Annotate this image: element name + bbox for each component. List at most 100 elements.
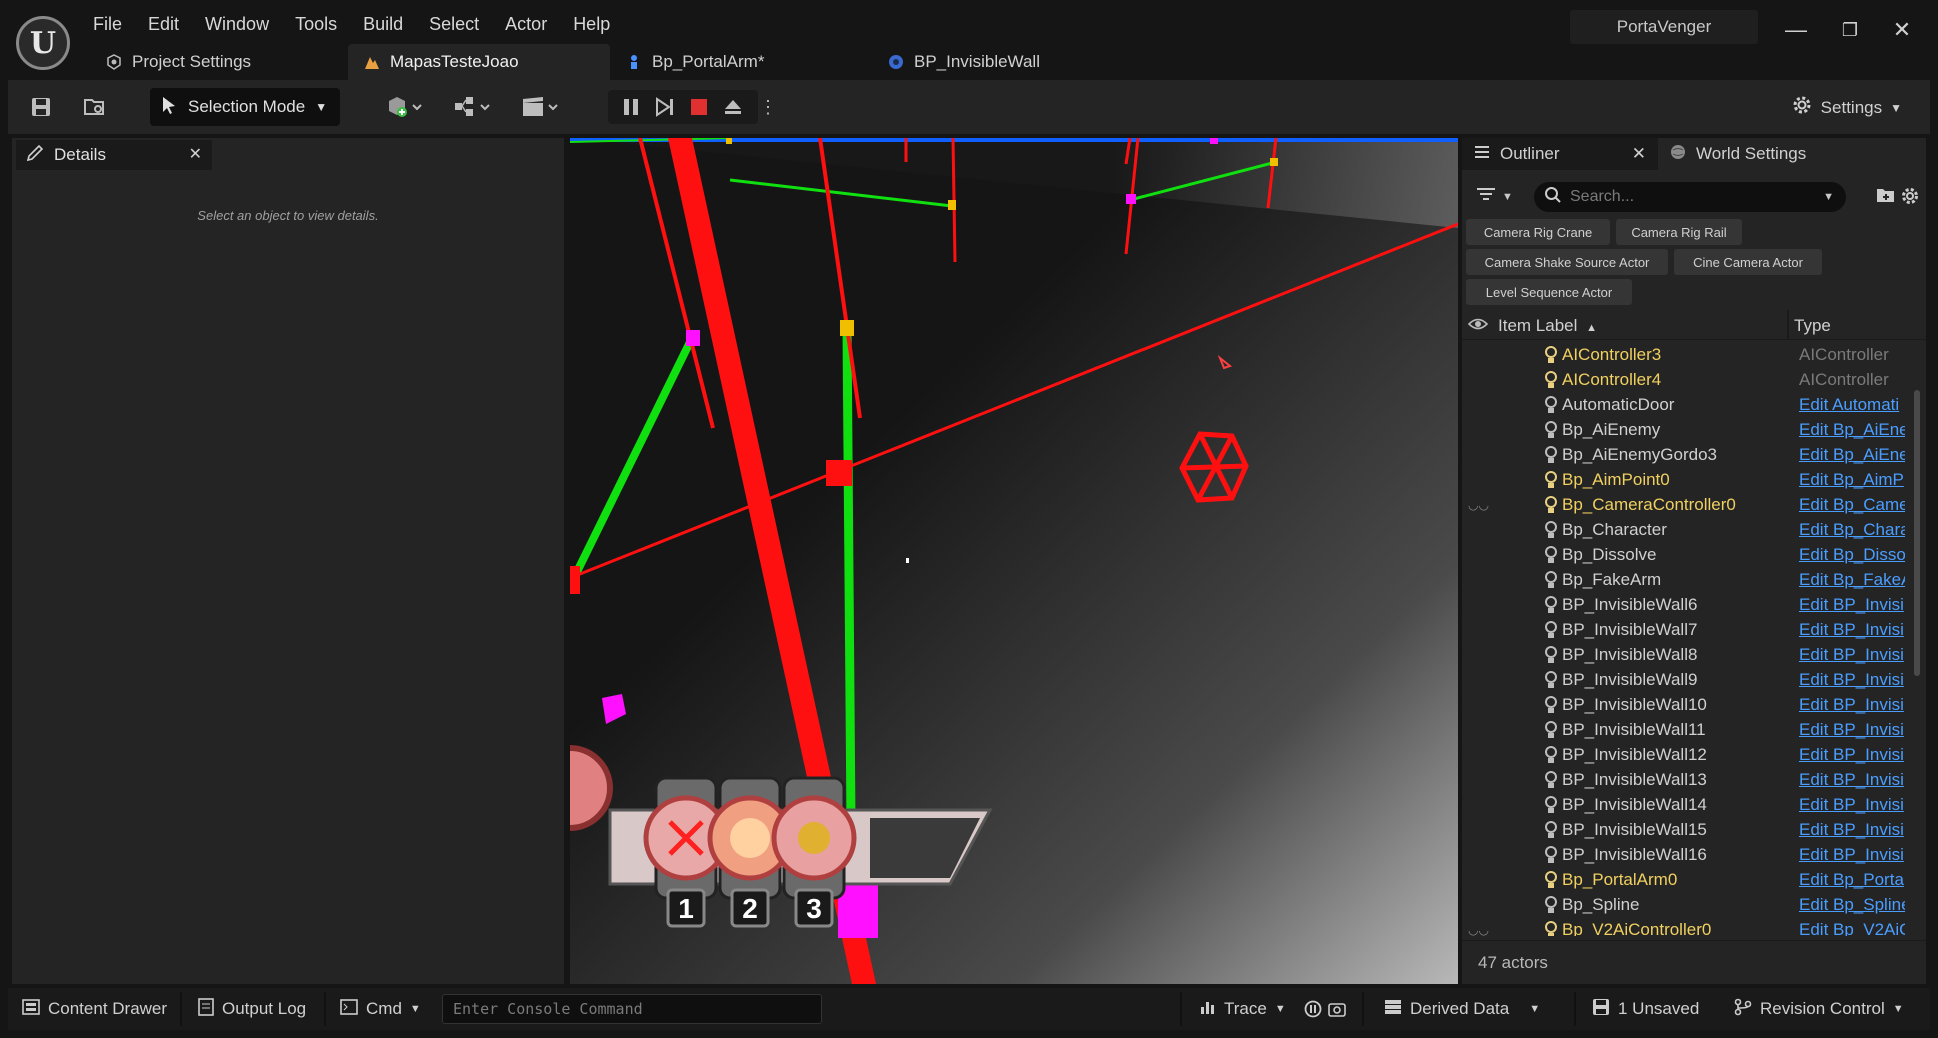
level-viewport[interactable]: 1 2 3 bbox=[570, 138, 1458, 984]
menu-build[interactable]: Build bbox=[350, 10, 416, 38]
stop-icon[interactable] bbox=[686, 94, 712, 120]
outliner-row[interactable]: BP_InvisibleWall14 Edit BP_Invisi bbox=[1462, 792, 1926, 817]
unsaved-button[interactable]: 1 Unsaved bbox=[1592, 988, 1699, 1030]
outliner-row[interactable]: Bp_AimPoint0 Edit Bp_AimP bbox=[1462, 467, 1926, 492]
menu-actor[interactable]: Actor bbox=[492, 10, 560, 38]
edit-blueprint-link[interactable]: Edit BP_Invisi bbox=[1799, 645, 1905, 665]
visibility-eye-icon[interactable]: ◡◡ bbox=[1468, 498, 1489, 512]
menu-tools[interactable]: Tools bbox=[282, 10, 350, 38]
close-icon[interactable]: ✕ bbox=[1882, 14, 1922, 46]
edit-blueprint-link[interactable]: Edit Bp_V2AiC bbox=[1799, 920, 1905, 937]
trace-dropdown[interactable]: Trace ▼ bbox=[1200, 988, 1286, 1030]
gear-icon[interactable] bbox=[1900, 186, 1920, 211]
outliner-row[interactable]: BP_InvisibleWall8 Edit BP_Invisi bbox=[1462, 642, 1926, 667]
outliner-row[interactable]: Bp_AiEnemyGordo3 Edit Bp_AiEne bbox=[1462, 442, 1926, 467]
restore-icon[interactable]: ❐ bbox=[1830, 14, 1870, 46]
derived-data-dropdown[interactable]: Derived Data ▼ bbox=[1384, 988, 1540, 1030]
edit-blueprint-link[interactable]: Edit BP_Invisi bbox=[1799, 820, 1905, 840]
edit-blueprint-link[interactable]: Edit Bp_AimP bbox=[1799, 470, 1905, 490]
console-command-input[interactable] bbox=[442, 994, 822, 1024]
menu-edit[interactable]: Edit bbox=[135, 10, 192, 38]
outliner-row[interactable]: ◡◡ Bp_CameraController0 Edit Bp_Came bbox=[1462, 492, 1926, 517]
selection-mode-dropdown[interactable]: Selection Mode ▼ bbox=[150, 88, 340, 126]
outliner-row[interactable]: AIController3 AIController bbox=[1462, 342, 1926, 367]
tab-project-settings[interactable]: Project Settings bbox=[90, 44, 348, 80]
filter-chip-camera-shake[interactable]: Camera Shake Source Actor bbox=[1466, 249, 1668, 275]
tab-outliner[interactable]: Outliner ✕ bbox=[1462, 138, 1658, 170]
outliner-row[interactable]: Bp_Spline Edit Bp_Spline bbox=[1462, 892, 1926, 917]
pause-icon[interactable] bbox=[618, 94, 644, 120]
outliner-row[interactable]: Bp_FakeArm Edit Bp_FakeA bbox=[1462, 567, 1926, 592]
filter-chip-level-sequence[interactable]: Level Sequence Actor bbox=[1466, 279, 1632, 305]
outliner-row[interactable]: Bp_AiEnemy Edit Bp_AiEne bbox=[1462, 417, 1926, 442]
outliner-row[interactable]: BP_InvisibleWall11 Edit BP_Invisi bbox=[1462, 717, 1926, 742]
outliner-row[interactable]: Bp_PortalArm0 Edit Bp_Porta bbox=[1462, 867, 1926, 892]
revision-control-dropdown[interactable]: Revision Control ▼ bbox=[1734, 988, 1904, 1030]
search-input[interactable] bbox=[1570, 188, 1800, 206]
trace-record-icon[interactable] bbox=[1304, 988, 1322, 1030]
tab-world-settings[interactable]: World Settings bbox=[1658, 138, 1818, 170]
menu-file[interactable]: File bbox=[80, 10, 135, 38]
edit-blueprint-link[interactable]: Edit BP_Invisi bbox=[1799, 745, 1905, 765]
screenshot-camera-icon[interactable] bbox=[1328, 988, 1346, 1030]
edit-blueprint-link[interactable]: Edit BP_Invisi bbox=[1799, 620, 1905, 640]
tab-bp-portalarm[interactable]: Bp_PortalArm* bbox=[610, 44, 872, 80]
menu-help[interactable]: Help bbox=[560, 10, 623, 38]
edit-blueprint-link[interactable]: Edit Bp_Chara bbox=[1799, 520, 1905, 540]
tab-level-map[interactable]: MapasTesteJoao bbox=[348, 44, 610, 80]
outliner-row[interactable]: BP_InvisibleWall13 Edit BP_Invisi bbox=[1462, 767, 1926, 792]
close-icon[interactable]: ✕ bbox=[189, 144, 202, 164]
close-icon[interactable]: ✕ bbox=[1632, 144, 1646, 164]
step-frame-icon[interactable] bbox=[652, 94, 678, 120]
edit-blueprint-link[interactable]: Edit Bp_AiEne bbox=[1799, 420, 1905, 440]
filter-chip-camera-rig-crane[interactable]: Camera Rig Crane bbox=[1466, 219, 1610, 245]
edit-blueprint-link[interactable]: Edit Bp_Porta bbox=[1799, 870, 1905, 890]
unreal-logo-icon[interactable]: U bbox=[16, 16, 70, 70]
edit-blueprint-link[interactable]: Edit Bp_AiEne bbox=[1799, 445, 1905, 465]
edit-blueprint-link[interactable]: Edit Bp_FakeA bbox=[1799, 570, 1905, 590]
edit-blueprint-link[interactable]: Edit BP_Invisi bbox=[1799, 795, 1905, 815]
column-type[interactable]: Type bbox=[1794, 316, 1831, 336]
outliner-row[interactable]: ◡◡ Bp_V2AiController0 Edit Bp_V2AiC bbox=[1462, 917, 1926, 936]
edit-blueprint-link[interactable]: Edit BP_Invisi bbox=[1799, 695, 1905, 715]
settings-button[interactable]: Settings ▼ bbox=[1791, 94, 1902, 121]
column-divider[interactable] bbox=[1787, 310, 1789, 340]
edit-blueprint-link[interactable]: Edit Bp_Came bbox=[1799, 495, 1905, 515]
add-folder-icon[interactable] bbox=[1876, 186, 1896, 209]
blueprint-graph-icon[interactable] bbox=[448, 94, 498, 120]
save-icon[interactable] bbox=[28, 94, 54, 120]
edit-blueprint-link[interactable]: Edit BP_Invisi bbox=[1799, 670, 1905, 690]
outliner-row[interactable]: AIController4 AIController bbox=[1462, 367, 1926, 392]
edit-blueprint-link[interactable]: Edit BP_Invisi bbox=[1799, 720, 1905, 740]
edit-blueprint-link[interactable]: Edit BP_Invisi bbox=[1799, 770, 1905, 790]
outliner-row[interactable]: Bp_Character Edit Bp_Chara bbox=[1462, 517, 1926, 542]
outliner-row[interactable]: BP_InvisibleWall16 Edit BP_Invisi bbox=[1462, 842, 1926, 867]
outliner-row[interactable]: BP_InvisibleWall15 Edit BP_Invisi bbox=[1462, 817, 1926, 842]
filter-chip-cine-camera[interactable]: Cine Camera Actor bbox=[1674, 249, 1822, 275]
content-drawer-button[interactable]: Content Drawer bbox=[22, 988, 167, 1030]
cmd-dropdown[interactable]: Cmd ▼ bbox=[340, 988, 421, 1030]
eject-icon[interactable] bbox=[720, 94, 746, 120]
outliner-row[interactable]: BP_InvisibleWall9 Edit BP_Invisi bbox=[1462, 667, 1926, 692]
edit-blueprint-link[interactable]: Edit Bp_Disso bbox=[1799, 545, 1905, 565]
chevron-down-icon[interactable]: ▼ bbox=[1823, 191, 1834, 203]
menu-window[interactable]: Window bbox=[192, 10, 282, 38]
outliner-row[interactable]: BP_InvisibleWall12 Edit BP_Invisi bbox=[1462, 742, 1926, 767]
visibility-eye-icon[interactable]: ◡◡ bbox=[1468, 923, 1489, 937]
cinematics-icon[interactable] bbox=[516, 94, 566, 120]
outliner-row[interactable]: AutomaticDoor Edit Automati bbox=[1462, 392, 1926, 417]
outliner-row[interactable]: BP_InvisibleWall10 Edit BP_Invisi bbox=[1462, 692, 1926, 717]
content-browse-icon[interactable] bbox=[82, 94, 108, 120]
details-tab[interactable]: Details ✕ bbox=[16, 140, 212, 170]
column-item-label[interactable]: Item Label ▲ bbox=[1498, 316, 1597, 336]
add-actor-icon[interactable] bbox=[380, 94, 430, 120]
tab-bp-invisiblewall[interactable]: BP_InvisibleWall bbox=[872, 44, 1092, 80]
minimize-icon[interactable]: — bbox=[1776, 14, 1816, 46]
outliner-row[interactable]: BP_InvisibleWall7 Edit BP_Invisi bbox=[1462, 617, 1926, 642]
filter-chip-camera-rig-rail[interactable]: Camera Rig Rail bbox=[1616, 219, 1742, 245]
visibility-eye-icon[interactable] bbox=[1467, 316, 1489, 337]
edit-blueprint-link[interactable]: Edit BP_Invisi bbox=[1799, 595, 1905, 615]
menu-select[interactable]: Select bbox=[416, 10, 492, 38]
filter-dropdown[interactable]: ▼ bbox=[1476, 186, 1513, 207]
output-log-button[interactable]: Output Log bbox=[198, 988, 306, 1030]
